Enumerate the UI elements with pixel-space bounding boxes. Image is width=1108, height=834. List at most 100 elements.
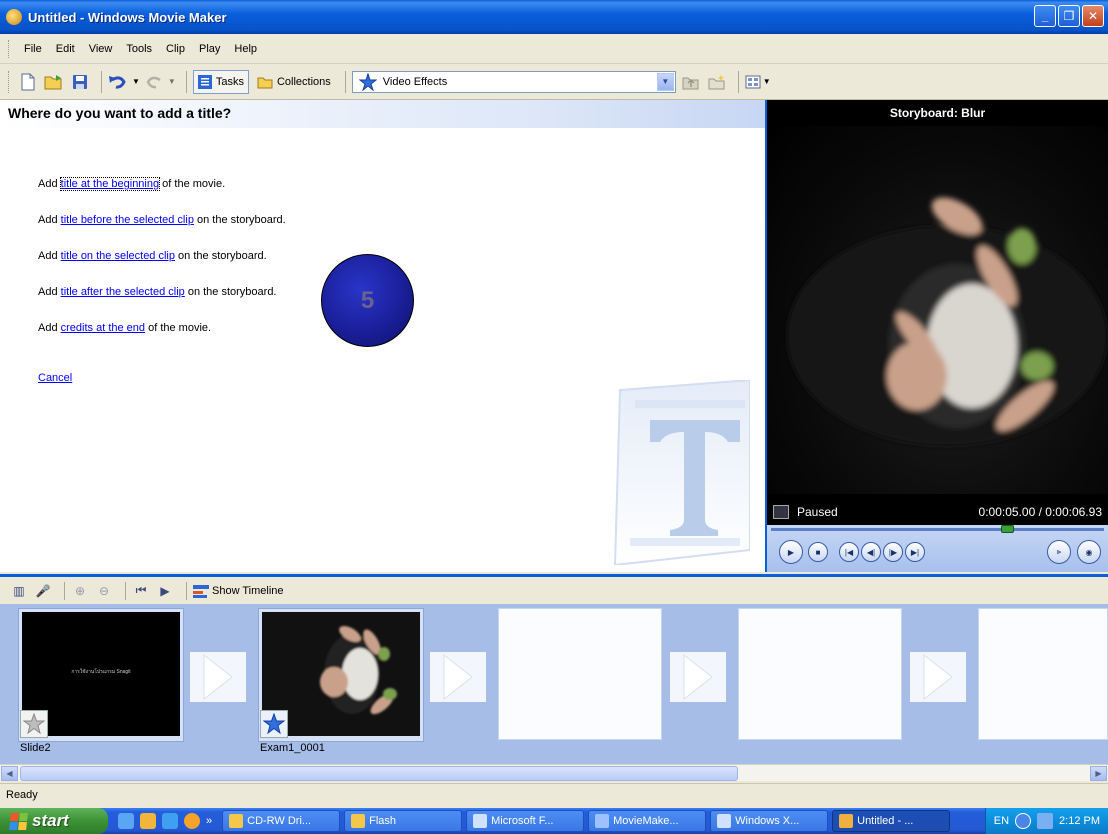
zoom-out-button[interactable]: ⊖ — [95, 582, 113, 600]
save-project-button[interactable] — [69, 70, 91, 94]
scroll-thumb[interactable] — [20, 766, 738, 781]
show-timeline-button[interactable]: Show Timeline — [193, 584, 284, 598]
collections-button[interactable]: Collections — [253, 70, 335, 94]
forward-button[interactable]: ▶| — [905, 542, 925, 562]
playback-status: Paused — [797, 505, 838, 519]
minimize-button[interactable]: _ — [1034, 5, 1056, 27]
chevron-down-icon[interactable]: ▼ — [763, 77, 771, 86]
media-player-icon[interactable] — [162, 813, 178, 829]
play-storyboard-button[interactable]: ▶ — [156, 582, 174, 600]
title-at-beginning-link[interactable]: title at the beginning — [59, 177, 161, 191]
credits-at-end-link[interactable]: credits at the end — [61, 322, 145, 334]
empty-storyboard-cell[interactable] — [738, 608, 902, 740]
taskbar-window-button[interactable]: Flash — [344, 810, 463, 832]
chevron-down-icon[interactable]: ▼ — [132, 77, 140, 86]
up-one-level-button[interactable] — [680, 70, 702, 94]
internet-explorer-icon[interactable] — [118, 813, 134, 829]
video-effect-star-icon[interactable] — [20, 710, 48, 738]
taskbar-window-label: Microsoft F... — [491, 815, 554, 827]
step-number: 5 — [360, 286, 375, 314]
transition-cell[interactable] — [190, 652, 246, 702]
transition-cell[interactable] — [430, 652, 486, 702]
chevron-down-icon[interactable]: ▼ — [656, 72, 674, 91]
task-pane: Where do you want to add a title? Add ti… — [0, 100, 767, 572]
play-icon: ▶ — [787, 547, 795, 557]
open-folder-icon — [44, 74, 62, 89]
undo-button[interactable]: ▼ — [108, 70, 140, 94]
movie-maker-app-icon[interactable] — [6, 9, 22, 25]
taskbar-window-button[interactable]: CD-RW Dri... — [222, 810, 341, 832]
toolbar-separator — [737, 70, 739, 93]
seek-bar[interactable] — [771, 528, 1104, 531]
views-button[interactable]: ▼ — [745, 70, 771, 94]
taskbar-window-button[interactable]: MovieMake... — [588, 810, 707, 832]
task-option-prefix: Add — [38, 178, 61, 190]
storyboard-toolbar: ▥ 🎤 ⊕ ⊖ ⏮ ▶ Show Timeline — [0, 574, 1108, 604]
chevron-down-icon[interactable]: ▼ — [168, 77, 176, 86]
take-picture-button[interactable]: ◉ — [1077, 540, 1101, 564]
menu-edit[interactable]: Edit — [49, 41, 82, 57]
preview-monitor: Storyboard: Blur Paused 0:00:05.00 / 0:0… — [767, 100, 1108, 572]
menu-play[interactable]: Play — [192, 41, 227, 57]
taskbar-window-button[interactable]: Windows X... — [710, 810, 829, 832]
chevron-right-icon: ▶ — [1095, 769, 1102, 778]
title-on-clip-link[interactable]: title on the selected clip — [61, 250, 175, 262]
media-shortcut-icon[interactable] — [140, 813, 156, 829]
open-project-button[interactable] — [43, 70, 65, 94]
video-effects-star-icon — [358, 72, 377, 91]
app-shortcut-icon[interactable] — [184, 813, 200, 829]
close-button[interactable]: ✕ — [1082, 5, 1104, 27]
play-button[interactable]: ▶ — [779, 540, 803, 564]
next-frame-button[interactable]: |▶ — [883, 542, 903, 562]
split-clip-button[interactable]: ⫸ — [1047, 540, 1071, 564]
transition-cell[interactable] — [670, 652, 726, 702]
taskbar-window-label: CD-RW Dri... — [247, 815, 312, 827]
taskbar-window-button[interactable]: Microsoft F... — [466, 810, 585, 832]
set-audio-levels-button[interactable]: ▥ — [10, 582, 28, 600]
scroll-right-button[interactable]: ▶ — [1090, 766, 1107, 781]
empty-storyboard-cell[interactable] — [978, 608, 1108, 740]
restore-button[interactable]: ❐ — [1058, 5, 1080, 27]
seek-controls: ▶ ■ |◀ ◀| |▶ ▶| ⫸ ◉ — [767, 525, 1108, 572]
zoom-in-button[interactable]: ⊕ — [71, 582, 89, 600]
stop-button[interactable]: ■ — [808, 542, 828, 562]
task-option-prefix: Add — [38, 322, 61, 334]
transition-cell[interactable] — [910, 652, 966, 702]
window-title: Untitled - Windows Movie Maker — [28, 9, 227, 25]
menu-clip[interactable]: Clip — [159, 41, 192, 57]
cancel-link[interactable]: Cancel — [38, 372, 72, 384]
menu-view[interactable]: View — [82, 41, 120, 57]
menu-file[interactable]: File — [17, 41, 49, 57]
toolbar-separator — [186, 581, 187, 600]
back-button[interactable]: |◀ — [839, 542, 859, 562]
previous-frame-button[interactable]: ◀| — [861, 542, 881, 562]
cancel-row: Cancel — [38, 372, 72, 384]
storyboard-scrollbar[interactable]: ◀ ▶ — [0, 764, 1108, 781]
language-indicator[interactable]: EN — [994, 815, 1009, 827]
title-after-clip-link[interactable]: title after the selected clip — [61, 286, 185, 298]
narrate-timeline-button[interactable]: 🎤 — [34, 582, 52, 600]
scroll-left-button[interactable]: ◀ — [1, 766, 18, 781]
menu-help[interactable]: Help — [227, 41, 264, 57]
video-effect-star-icon[interactable] — [260, 710, 288, 738]
taskbar-window-button-active[interactable]: Untitled - ... — [832, 810, 951, 832]
collections-dropdown[interactable]: Video Effects ▼ — [351, 70, 676, 93]
menu-tools[interactable]: Tools — [119, 41, 159, 57]
up-folder-icon — [682, 77, 699, 89]
start-button[interactable]: start — [0, 808, 108, 834]
quick-launch-more-icon[interactable]: » — [206, 815, 212, 827]
empty-storyboard-cell[interactable] — [498, 608, 662, 740]
new-project-button[interactable] — [17, 70, 39, 94]
redo-button[interactable]: ▼ — [144, 70, 176, 94]
tasks-button[interactable]: Tasks — [192, 69, 249, 94]
seek-thumb[interactable] — [1001, 525, 1015, 533]
new-collection-folder-button[interactable] — [706, 70, 728, 94]
network-icon[interactable] — [1037, 813, 1054, 829]
rewind-storyboard-button[interactable]: ⏮ — [132, 582, 150, 600]
task-option-suffix: of the movie. — [159, 178, 226, 190]
title-before-clip-link[interactable]: title before the selected clip — [61, 214, 194, 226]
tray-arrow-icon[interactable] — [1015, 813, 1032, 829]
clip-caption: การใช้งานโปรแกรม Snagit — [71, 669, 131, 675]
storyboard-clip[interactable]: การใช้งานโปรแกรม Snagit — [18, 608, 184, 742]
storyboard-clip-selected[interactable] — [258, 608, 424, 742]
